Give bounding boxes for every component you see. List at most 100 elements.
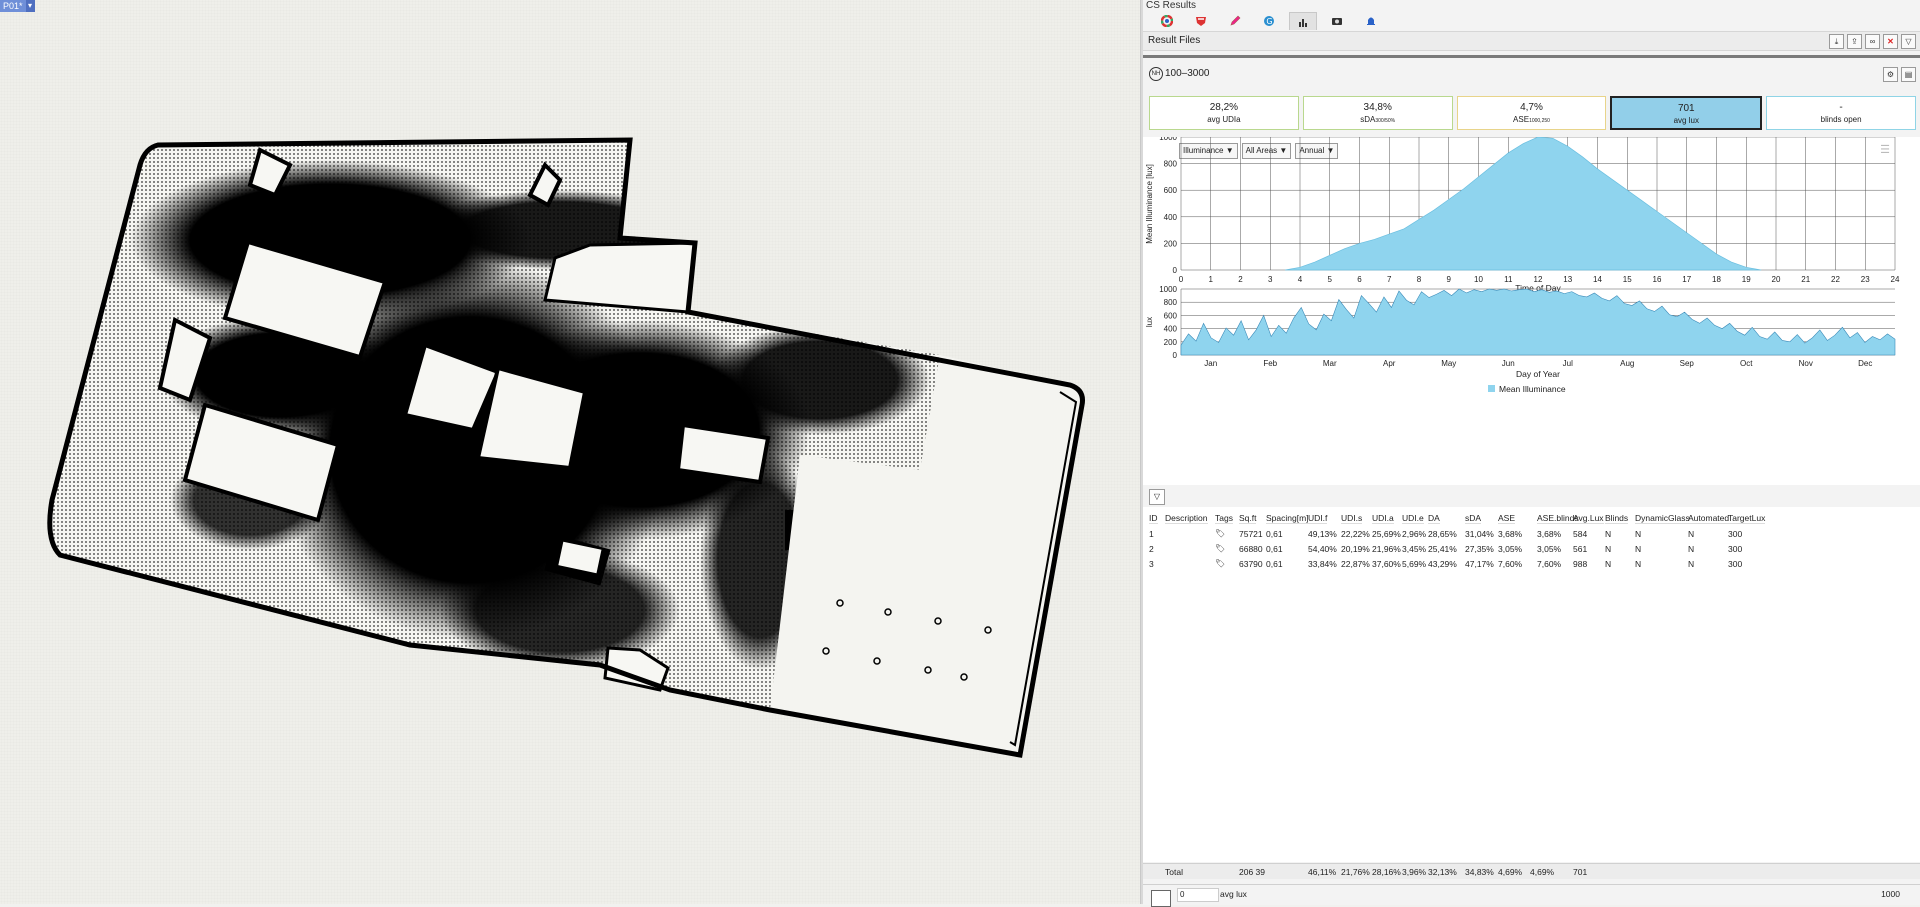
column-header[interactable]: Spacing[m] [1266,513,1309,524]
table-cell: 66880 [1239,544,1263,554]
column-header[interactable]: UDI.f [1308,513,1328,524]
column-header[interactable]: sDA [1465,513,1482,524]
table-cell: 49,13% [1308,529,1337,539]
x-tick-label: 5 [1328,275,1333,284]
table-cell: 3,45% [1402,544,1427,554]
month-tick-label: May [1441,359,1456,368]
table-cell: 28,65% [1428,529,1457,539]
total-cell: 46,11% [1308,867,1337,877]
table-cell: 3,05% [1537,544,1562,554]
month-tick-label: Oct [1740,359,1753,368]
metric-value: - [1839,102,1843,113]
tab-globe[interactable]: G [1255,12,1283,30]
tag-icon[interactable]: 🏷 [1215,559,1225,568]
metric-card[interactable]: 4,7% ASE1000,250 [1456,96,1607,130]
month-tick-label: Nov [1799,359,1813,368]
floorplan-viewport[interactable]: P01* ▾ [0,0,1140,904]
table-cell: N [1688,544,1695,554]
metric-card[interactable]: 34,8% sDA300/50% [1302,96,1453,130]
annual-illuminance-chart: 0 200 400 600 800 1000 Jan Feb Mar Apr May Jun Jul Au… [1145,285,1896,394]
table-cell: 988 [1573,559,1588,569]
column-header[interactable]: Description [1165,513,1208,524]
table-filter-button[interactable]: ▽ [1149,489,1165,505]
column-header[interactable]: UDI.e [1402,513,1424,524]
column-header[interactable]: Avg.Lux [1573,513,1604,524]
table-cell: 3 [1149,559,1154,569]
column-header[interactable]: DA [1428,513,1440,524]
table-cell: 0,61 [1266,544,1283,554]
total-cell: 28,16% [1372,867,1401,877]
filter-button[interactable]: ▽ [1901,34,1916,49]
column-header[interactable]: ID [1149,513,1158,524]
column-header[interactable]: UDI.s [1341,513,1363,524]
y-tick-label: 600 [1164,186,1178,195]
bell-icon [1367,17,1375,25]
download-button[interactable]: ⤓ [1829,34,1844,49]
total-cell: 21,76% [1341,867,1370,877]
x-tick-label: 14 [1593,275,1602,284]
link-button[interactable]: ∞ [1865,34,1880,49]
table-cell: 7,60% [1537,559,1562,569]
total-cell: 34,83% [1465,867,1494,877]
metric-label-text: avg UDIa [1207,115,1241,124]
document-button[interactable]: ▤ [1901,67,1916,82]
export-button[interactable]: ⇪ [1847,34,1862,49]
x-tick-label: 7 [1387,275,1392,284]
month-tick-label: Apr [1383,359,1396,368]
metric-card[interactable]: - blinds open [1766,96,1916,130]
results-table: ID Description Tags Sq.ft Spacing[m] UDI.f UDI… [1143,507,1920,862]
metric-card[interactable]: 701 avg lux [1610,96,1763,130]
x-tick-label: 24 [1891,275,1900,284]
x-tick-label: 16 [1653,275,1662,284]
bar-chart-icon [1299,18,1307,27]
table-cell: 300 [1728,559,1743,569]
result-file-name[interactable]: 100–3000 [1165,68,1210,79]
tab-bar-chart[interactable] [1289,12,1317,30]
close-button[interactable]: ✕ [1883,34,1898,49]
table-cell: 31,04% [1465,529,1494,539]
metric-label-sub: 300/50% [1375,118,1396,124]
y-tick-label: 800 [1164,160,1178,169]
tab-color-wheel[interactable] [1153,12,1181,30]
metric-label-text: ASE [1513,115,1530,124]
column-header[interactable]: Sq.ft [1239,513,1257,524]
result-file-item[interactable]: NH 100–3000 ⚙ ▤ [1143,64,1920,84]
tag-icon[interactable]: 🏷 [1215,544,1225,553]
column-header[interactable]: Tags [1215,513,1233,524]
metrics-row: 28,2% avg UDIa 34,8% sDA300/50% 4,7% ASE1000,… [1149,96,1916,130]
metric-label: sDA300/50% [1304,115,1452,124]
total-cell: 4,69% [1498,867,1523,877]
x-tick-label: 17 [1682,275,1691,284]
table-cell: 2 [1149,544,1154,554]
section-separator [1143,55,1920,58]
table-filter-bar: ▽ [1143,487,1920,505]
month-tick-label: Dec [1858,359,1872,368]
tab-shield[interactable] [1187,12,1215,30]
column-header[interactable]: TargetLux [1728,513,1766,524]
legend-swatch[interactable] [1151,890,1171,907]
legend-min-input[interactable]: 0 [1177,888,1219,902]
settings-button[interactable]: ⚙ [1883,67,1898,82]
metric-card[interactable]: 28,2% avg UDIa [1149,96,1299,130]
month-tick-label: Feb [1263,359,1277,368]
tab-pencil[interactable] [1221,12,1249,30]
metric-label: blinds open [1767,115,1915,124]
metric-value: 28,2% [1209,102,1239,113]
column-header[interactable]: ASE [1498,513,1516,524]
legend-max[interactable]: 1000 [1881,889,1900,899]
table-cell: 300 [1728,529,1743,539]
table-cell: N [1605,529,1612,539]
column-header[interactable]: Blinds [1605,513,1629,524]
metric-label-sub: 1000,250 [1529,118,1550,124]
column-header[interactable]: Automated [1688,513,1730,524]
camera-icon [1332,18,1342,25]
result-files-bar: Result Files ⤓ ⇪ ∞ ✕ ▽ [1143,31,1920,51]
illuminance-area [1285,137,1762,271]
tag-icon[interactable]: 🏷 [1215,529,1225,538]
pencil-icon [1230,15,1241,26]
tab-camera[interactable] [1323,12,1351,30]
tab-bell[interactable] [1357,12,1385,30]
x-tick-label: 22 [1831,275,1840,284]
column-header[interactable]: UDI.a [1372,513,1394,524]
column-header[interactable]: DynamicGlass [1635,513,1690,524]
